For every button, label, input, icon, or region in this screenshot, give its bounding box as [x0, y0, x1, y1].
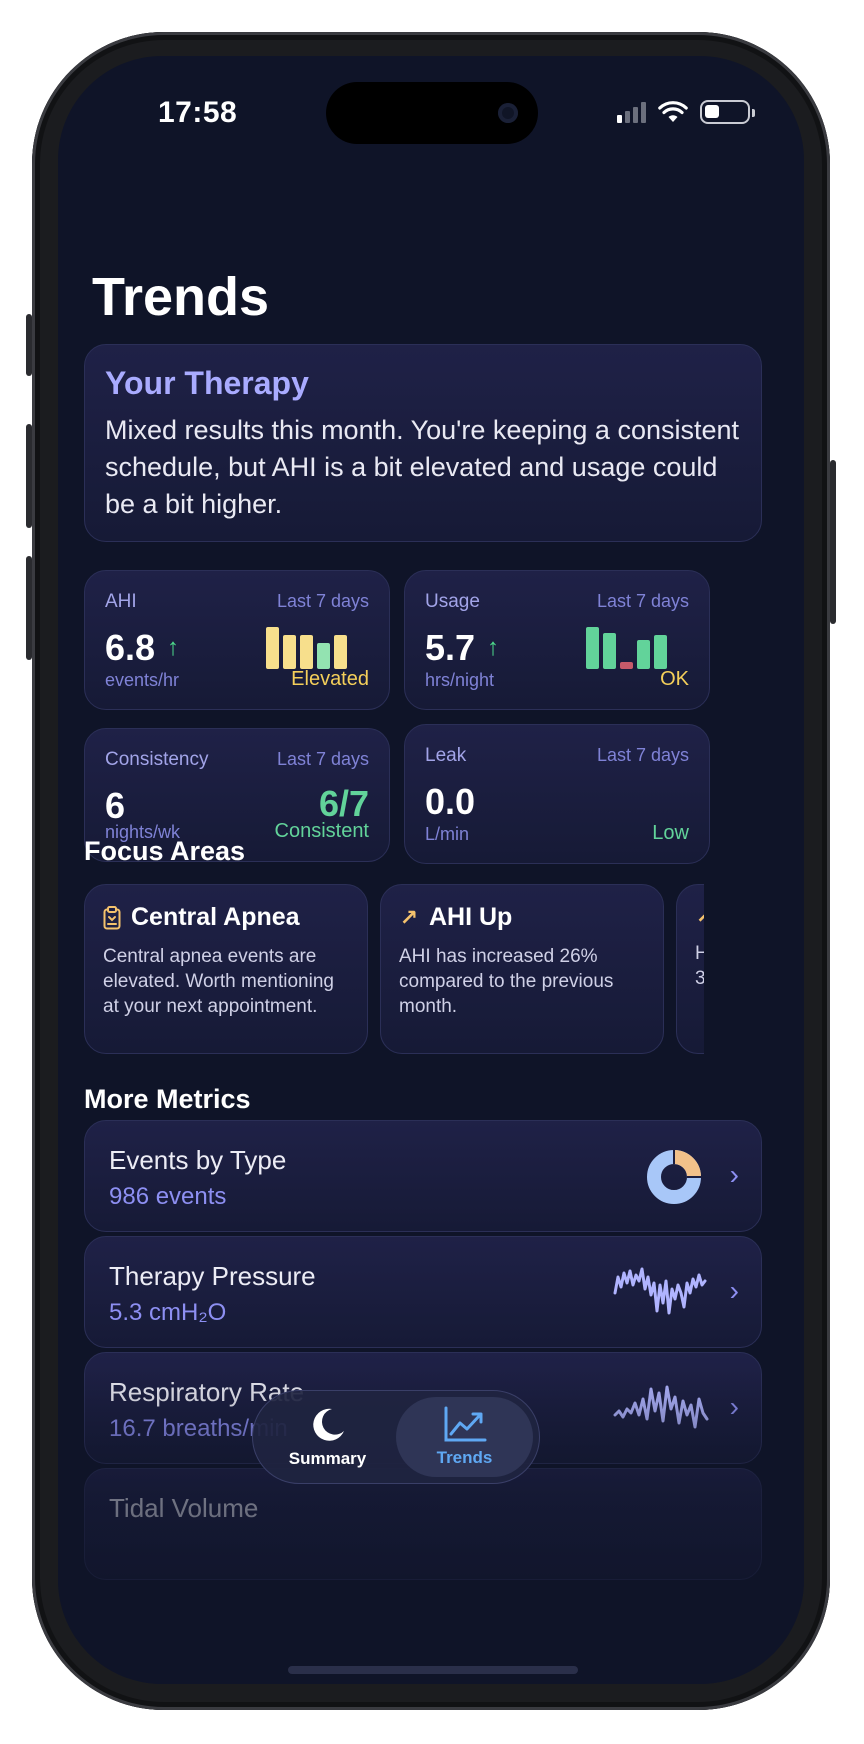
- mini-bar: [637, 640, 650, 669]
- row-title: Events by Type: [109, 1145, 287, 1175]
- focus-areas-heading: Focus Areas: [84, 836, 246, 866]
- metric-period: Last 7 days: [596, 591, 689, 611]
- metric-card-ahi[interactable]: AHI Last 7 days 6.8 ↑ events/hr Elevated: [84, 570, 390, 710]
- mini-bar: [266, 627, 279, 669]
- metric-card-leak[interactable]: Leak Last 7 days 0.0 L/min Low: [404, 724, 710, 864]
- clipboard-icon: [103, 905, 121, 929]
- consistency-ratio: 6/7: [318, 783, 369, 824]
- volume-up-button: [26, 424, 32, 528]
- status-icons: [617, 100, 755, 124]
- mini-bar: [283, 635, 296, 669]
- metric-card-usage[interactable]: Usage Last 7 days 5.7 ↑ hrs/night OK: [404, 570, 710, 710]
- metric-unit: hrs/night: [425, 670, 495, 690]
- mini-bar: [603, 633, 616, 669]
- metric-value-number: 6: [105, 785, 126, 826]
- metric-status: Elevated: [291, 668, 369, 690]
- more-metrics-heading: More Metrics: [84, 1084, 251, 1114]
- metric-status: OK: [660, 668, 689, 690]
- metric-row-tidal-volume[interactable]: Tidal Volume: [84, 1468, 762, 1580]
- metric-label: AHI: [105, 591, 137, 612]
- metric-value-number: 6.8: [105, 627, 156, 668]
- mini-bar: [620, 662, 633, 669]
- status-time: 17:58: [158, 96, 238, 129]
- tab-trends[interactable]: Trends: [396, 1397, 533, 1477]
- chevron-right-icon: ›: [729, 1391, 739, 1422]
- metric-value: 6.8 ↑: [105, 627, 179, 669]
- focus-card-ahi-up[interactable]: ↗ AHI Up AHI has increased 26% compared …: [380, 884, 664, 1054]
- focus-card-central-apnea[interactable]: Central Apnea Central apnea events are e…: [84, 884, 368, 1054]
- metric-value: 6: [105, 785, 125, 827]
- metric-period: Last 7 days: [596, 745, 689, 765]
- pressure-sparkline-icon: [613, 1267, 707, 1315]
- mini-bar: [300, 635, 313, 669]
- app-screen: 17:58 Trends Your Therapy Mixed results …: [58, 56, 804, 1684]
- trend-up-icon: ↑: [487, 634, 500, 661]
- mini-bar: [317, 643, 330, 669]
- focus-title: AHI Up: [429, 903, 513, 931]
- cellular-signal-icon: [617, 101, 646, 123]
- trend-up-arrow-icon: ↗: [399, 904, 419, 930]
- mini-bar-chart: [266, 623, 347, 669]
- metric-unit: L/min: [425, 824, 470, 844]
- metric-label: Leak: [425, 745, 467, 766]
- mini-bar-chart: [586, 623, 667, 669]
- tab-summary[interactable]: Summary: [259, 1397, 396, 1477]
- metric-label: Consistency: [105, 749, 209, 770]
- therapy-title: Your Therapy: [105, 365, 309, 401]
- mini-bar: [654, 635, 667, 669]
- mini-bar: [334, 635, 347, 669]
- metric-value: 5.7 ↑: [425, 627, 499, 669]
- carousel-edge-mask: [704, 876, 804, 1066]
- metric-label: Usage: [425, 591, 480, 612]
- metric-status: Low: [652, 822, 689, 844]
- mini-bar: [586, 627, 599, 669]
- metric-row-events-by-type[interactable]: Events by Type 986 events ›: [84, 1120, 762, 1232]
- home-indicator: [288, 1666, 578, 1674]
- tab-bar: Summary Trends: [252, 1390, 540, 1484]
- focus-body: AHI has increased 26% compared to the pr…: [399, 946, 614, 1017]
- therapy-body: Mixed results this month. You're keeping…: [105, 415, 740, 519]
- chevron-right-icon: ›: [729, 1159, 739, 1190]
- trend-up-icon: ↑: [167, 634, 180, 661]
- chart-icon: [444, 1406, 486, 1442]
- metric-value-number: 5.7: [425, 627, 476, 668]
- metric-value-number: 0.0: [425, 781, 476, 822]
- battery-icon: [700, 100, 755, 124]
- row-value: 986 events: [109, 1183, 227, 1210]
- power-button: [830, 460, 836, 624]
- chevron-right-icon: ›: [729, 1275, 739, 1306]
- row-value: 5.3 cmH₂O: [109, 1299, 227, 1326]
- focus-title: Central Apnea: [131, 903, 300, 931]
- therapy-summary-card[interactable]: Your Therapy Mixed results this month. Y…: [84, 344, 762, 542]
- focus-body: Central apnea events are elevated. Worth…: [103, 946, 334, 1017]
- moon-icon: [312, 1408, 344, 1441]
- metric-period: Last 7 days: [276, 749, 369, 769]
- metric-unit: events/hr: [105, 670, 180, 690]
- tab-label: Trends: [436, 1448, 493, 1467]
- respiratory-sparkline-icon: [613, 1385, 709, 1429]
- metric-status: Consistent: [274, 820, 370, 842]
- row-title: Therapy Pressure: [109, 1261, 316, 1291]
- row-title: Tidal Volume: [109, 1493, 259, 1523]
- dynamic-island: [326, 82, 538, 144]
- action-button: [26, 314, 32, 376]
- metric-row-therapy-pressure[interactable]: Therapy Pressure 5.3 cmH₂O ›: [84, 1236, 762, 1348]
- donut-chart-icon: [647, 1150, 701, 1204]
- page-title: Trends: [92, 267, 270, 327]
- metric-value: 0.0: [425, 781, 475, 823]
- volume-down-button: [26, 556, 32, 660]
- wifi-icon: [658, 101, 688, 122]
- metric-period: Last 7 days: [276, 591, 369, 611]
- tab-label: Summary: [288, 1449, 367, 1468]
